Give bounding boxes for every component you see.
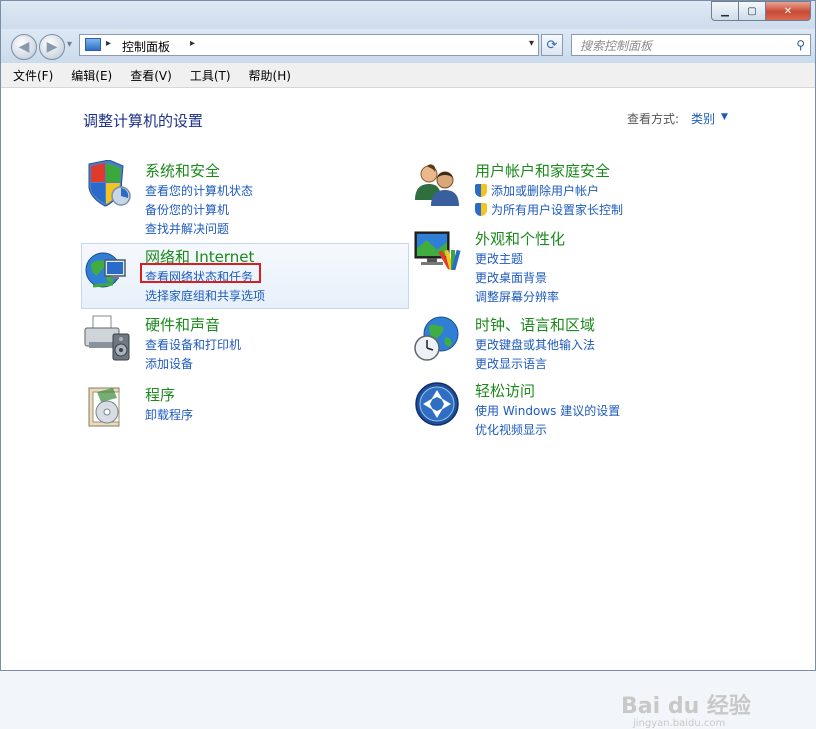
- category-title[interactable]: 系统和安全: [145, 160, 220, 181]
- link-uninstall-program[interactable]: 卸载程序: [145, 406, 193, 425]
- control-panel-icon: [85, 38, 101, 51]
- refresh-button[interactable]: ⟳: [541, 34, 563, 56]
- link-backup-computer[interactable]: 备份您的计算机: [145, 201, 253, 220]
- category-title[interactable]: 时钟、语言和区域: [475, 314, 595, 335]
- menu-tools[interactable]: 工具(T): [184, 67, 237, 84]
- address-bar[interactable]: ▸ 控制面板 ▸ ▾: [79, 34, 539, 56]
- annotation-red-box: [140, 263, 261, 283]
- category-links: 添加或删除用户帐户 为所有用户设置家长控制: [475, 182, 623, 220]
- printer-icon: [84, 315, 130, 361]
- category-links: 更改键盘或其他输入法 更改显示语言: [475, 336, 595, 374]
- category-links: 更改主题 更改桌面背景 调整屏幕分辨率: [475, 250, 559, 307]
- search-box[interactable]: ⚲: [571, 34, 811, 56]
- link-devices-printers[interactable]: 查看设备和打印机: [145, 336, 241, 355]
- view-by-label: 查看方式:: [627, 112, 680, 126]
- category-title[interactable]: 轻松访问: [475, 380, 535, 401]
- link-troubleshoot[interactable]: 查找并解决问题: [145, 220, 253, 239]
- link-change-desktop-background[interactable]: 更改桌面背景: [475, 269, 559, 288]
- link-change-display-language[interactable]: 更改显示语言: [475, 355, 595, 374]
- caption-buttons: ▁ ▢ ✕: [711, 1, 811, 21]
- breadcrumb-separator-icon[interactable]: ▸: [190, 38, 195, 49]
- watermark-url: jingyan.baidu.com: [633, 718, 726, 729]
- control-panel-window: ▁ ▢ ✕ ◀ ▶ ▾ ▸ 控制面板 ▸ ▾ ⟳ ⚲ 文件(F) 编辑(E) 查…: [0, 0, 816, 729]
- link-label[interactable]: 为所有用户设置家长控制: [491, 203, 623, 217]
- search-icon[interactable]: ⚲: [796, 38, 805, 52]
- baidu-watermark: Bai du 经验 jingyan.baidu.com: [621, 688, 751, 729]
- view-by-dropdown-icon[interactable]: ▼: [721, 112, 728, 122]
- category-title[interactable]: 程序: [145, 384, 175, 405]
- forward-button[interactable]: ▶: [39, 34, 65, 60]
- menu-view[interactable]: 查看(V): [124, 67, 178, 84]
- link-adjust-resolution[interactable]: 调整屏幕分辨率: [475, 288, 559, 307]
- link-view-computer-status[interactable]: 查看您的计算机状态: [145, 182, 253, 201]
- page-title: 调整计算机的设置: [83, 112, 204, 130]
- link-homegroup-sharing[interactable]: 选择家庭组和共享选项: [145, 287, 265, 306]
- link-windows-recommended-settings[interactable]: 使用 Windows 建议的设置: [475, 402, 620, 421]
- link-change-keyboards[interactable]: 更改键盘或其他输入法: [475, 336, 595, 355]
- close-button[interactable]: ✕: [766, 1, 811, 21]
- category-links: 查看您的计算机状态 备份您的计算机 查找并解决问题: [145, 182, 253, 239]
- user-accounts-icon: [415, 164, 459, 206]
- menu-edit[interactable]: 编辑(E): [65, 67, 118, 84]
- history-dropdown-icon[interactable]: ▾: [67, 39, 72, 50]
- category-title[interactable]: 用户帐户和家庭安全: [475, 160, 610, 181]
- back-button[interactable]: ◀: [11, 34, 37, 60]
- title-bar[interactable]: ▁ ▢ ✕: [1, 1, 815, 29]
- maximize-button[interactable]: ▢: [739, 1, 766, 21]
- link-optimize-visual-display[interactable]: 优化视频显示: [475, 421, 620, 440]
- link-add-device[interactable]: 添加设备: [145, 355, 241, 374]
- breadcrumb-control-panel[interactable]: 控制面板: [122, 38, 170, 55]
- link-change-theme[interactable]: 更改主题: [475, 250, 559, 269]
- category-links: 卸载程序: [145, 406, 193, 425]
- uac-shield-icon: [475, 203, 487, 216]
- appearance-monitor-icon: [414, 231, 461, 271]
- address-dropdown-icon[interactable]: ▾: [529, 38, 534, 49]
- navigation-bar: ◀ ▶ ▾ ▸ 控制面板 ▸ ▾ ⟳ ⚲: [1, 29, 815, 63]
- search-input[interactable]: [578, 36, 782, 56]
- menu-file[interactable]: 文件(F): [7, 67, 59, 84]
- clock-globe-icon: [414, 316, 459, 361]
- ease-of-access-icon: [415, 382, 459, 426]
- category-links: 查看设备和打印机 添加设备: [145, 336, 241, 374]
- link-add-remove-user[interactable]: 添加或删除用户帐户: [475, 182, 623, 201]
- category-title[interactable]: 外观和个性化: [475, 228, 565, 249]
- link-label[interactable]: 添加或删除用户帐户: [491, 184, 599, 198]
- category-links: 使用 Windows 建议的设置 优化视频显示: [475, 402, 620, 440]
- view-by-dropdown[interactable]: 类别: [691, 110, 715, 127]
- menu-help[interactable]: 帮助(H): [243, 67, 297, 84]
- uac-shield-icon: [475, 184, 487, 197]
- menu-bar: 文件(F) 编辑(E) 查看(V) 工具(T) 帮助(H): [1, 63, 815, 88]
- category-title[interactable]: 硬件和声音: [145, 314, 220, 335]
- content-area: 调整计算机的设置 查看方式: 类别 ▼ 系统和安全 查看您的计算机状态 备份您的…: [1, 88, 815, 729]
- minimize-button[interactable]: ▁: [711, 1, 739, 21]
- breadcrumb-separator-icon[interactable]: ▸: [106, 38, 111, 49]
- watermark-main: Bai du 经验: [621, 694, 751, 719]
- network-globe-icon: [85, 252, 126, 288]
- link-parental-controls[interactable]: 为所有用户设置家长控制: [475, 201, 623, 220]
- system-security-icon: [88, 160, 131, 207]
- programs-icon: [88, 387, 120, 427]
